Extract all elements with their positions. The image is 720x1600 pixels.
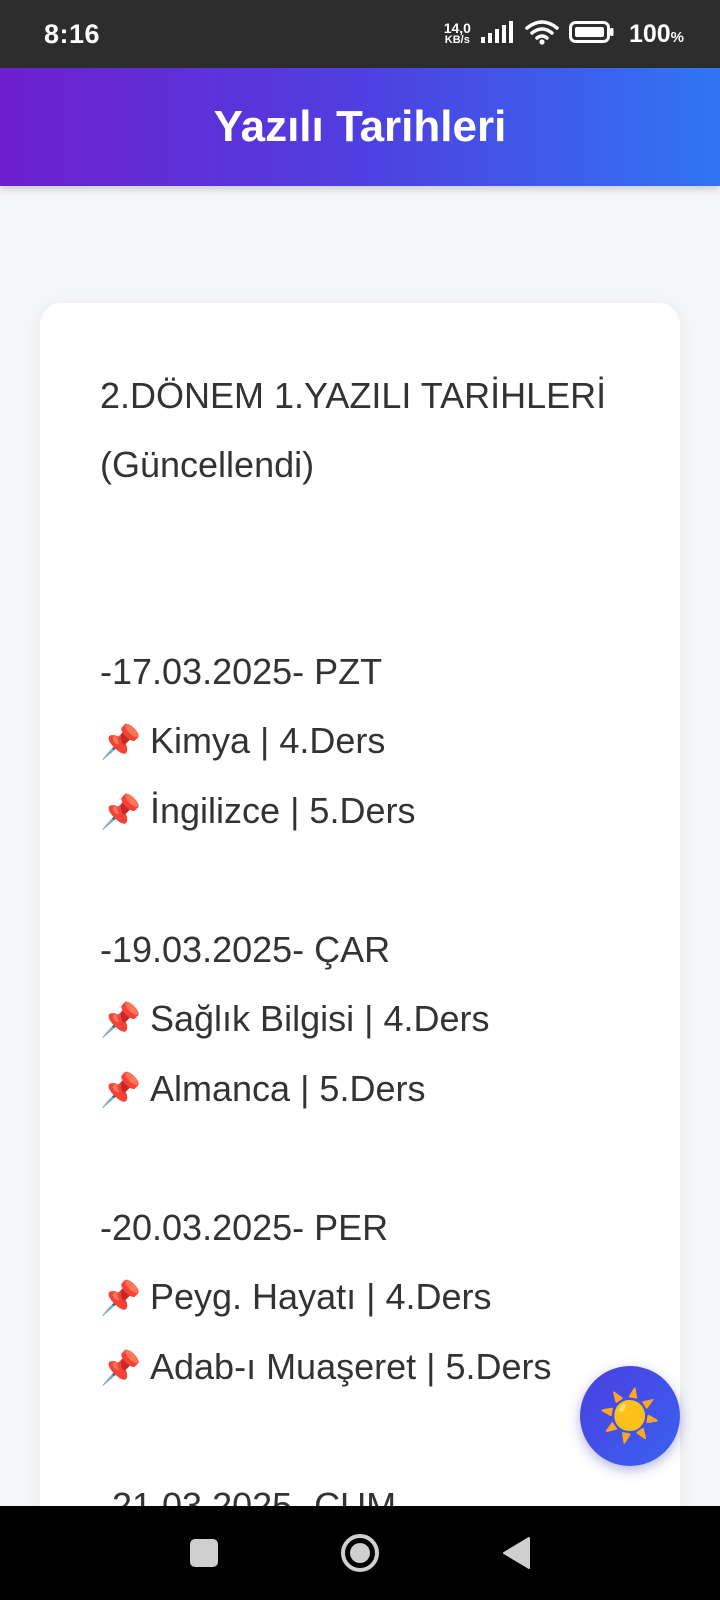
wifi-icon	[525, 19, 559, 50]
network-speed-unit: KB/s	[444, 34, 470, 46]
exam-dates-card: 2.DÖNEM 1.YAZILI TARİHLERİ (Güncellendi) -…	[40, 303, 680, 1533]
network-speed: 14,0 KB/s	[443, 20, 471, 46]
circle-icon	[341, 1534, 379, 1572]
battery-percent: 100%	[629, 20, 684, 49]
recent-apps-button[interactable]	[182, 1531, 226, 1575]
exam-entry: 📌 Peyg. Hayatı | 4.Ders	[100, 1262, 620, 1332]
text-line-label: 2.DÖNEM 1.YAZILI TARİHLERİ	[100, 375, 607, 416]
pushpin-icon: 📌	[100, 1071, 142, 1108]
exam-entry: 📌 Sağlık Bilgisi | 4.Ders	[100, 984, 620, 1054]
home-button[interactable]	[338, 1531, 382, 1575]
pushpin-icon: 📌	[100, 1001, 142, 1038]
exam-entry-label: Adab-ı Muaşeret | 5.Ders	[150, 1346, 552, 1387]
pushpin-icon: 📌	[100, 793, 142, 830]
text-line: -19.03.2025- ÇAR	[100, 915, 620, 984]
exam-entry-label: Kimya | 4.Ders	[150, 720, 386, 761]
back-button[interactable]	[494, 1531, 538, 1575]
text-line: -17.03.2025- PZT	[100, 637, 620, 706]
text-line: (Güncellendi)	[100, 430, 620, 499]
exam-entry: 📌 Almanca | 5.Ders	[100, 1054, 620, 1124]
exam-entry-label: Almanca | 5.Ders	[150, 1068, 426, 1109]
text-line-label: -17.03.2025- PZT	[100, 651, 383, 692]
battery-percent-symbol: %	[670, 28, 684, 46]
text-line: -20.03.2025- PER	[100, 1193, 620, 1262]
pushpin-icon: 📌	[100, 1279, 142, 1316]
exam-entry-label: İngilizce | 5.Ders	[150, 790, 416, 831]
sun-icon: ☀️	[598, 1387, 662, 1444]
status-bar: 8:16 14,0 KB/s 100%	[0, 0, 720, 68]
exam-dates-text: 2.DÖNEM 1.YAZILI TARİHLERİ (Güncellendi) -…	[100, 361, 620, 1533]
battery-percent-value: 100	[628, 19, 671, 48]
pushpin-icon: 📌	[100, 723, 142, 760]
page-title: Yazılı Tarihleri	[213, 102, 507, 151]
network-speed-value: 14,0	[443, 20, 471, 36]
text-line-label: -20.03.2025- PER	[100, 1207, 389, 1248]
exam-entry-label: Sağlık Bilgisi | 4.Ders	[150, 998, 490, 1039]
exam-entry: 📌 Kimya | 4.Ders	[100, 706, 620, 776]
status-icons: 14,0 KB/s 100%	[444, 19, 684, 50]
square-icon	[190, 1539, 218, 1567]
status-time: 8:16	[44, 18, 101, 49]
exam-entry: 📌 Adab-ı Muaşeret | 5.Ders	[100, 1332, 620, 1402]
pushpin-icon: 📌	[100, 1349, 142, 1386]
text-line-label: -19.03.2025- ÇAR	[100, 929, 391, 970]
exam-entry-label: Peyg. Hayatı | 4.Ders	[150, 1276, 492, 1317]
triangle-back-icon	[503, 1537, 530, 1569]
text-line-label: (Güncellendi)	[100, 444, 315, 485]
signal-icon	[480, 20, 515, 48]
text-line: 2.DÖNEM 1.YAZILI TARİHLERİ	[100, 361, 620, 430]
exam-entry: 📌 İngilizce | 5.Ders	[100, 776, 620, 846]
app-bar: Yazılı Tarihleri	[0, 68, 720, 186]
battery-icon	[568, 20, 615, 48]
theme-toggle-button[interactable]: ☀️	[580, 1366, 680, 1466]
navigation-bar	[0, 1506, 720, 1600]
